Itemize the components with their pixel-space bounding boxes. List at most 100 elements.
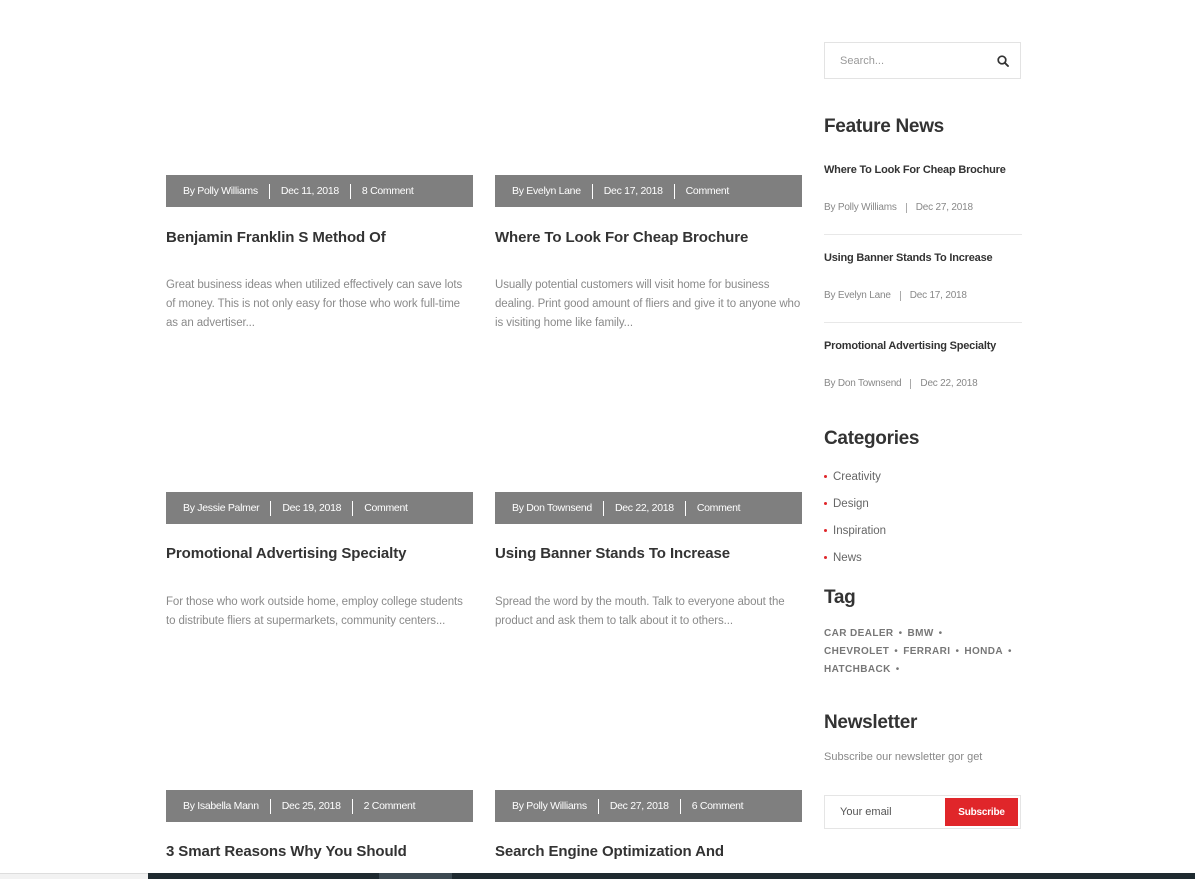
post-date: Dec 27, 2018 xyxy=(609,800,669,812)
post-comments-link[interactable]: Comment xyxy=(364,502,408,514)
tag-separator: • xyxy=(955,645,960,657)
post-author-link[interactable]: By Evelyn Lane xyxy=(512,185,581,197)
tag-link[interactable]: HONDA • xyxy=(964,644,1017,658)
tag-separator: • xyxy=(894,645,899,657)
category-item-news[interactable]: News xyxy=(824,544,886,571)
post-meta-bar: By Don Townsend Dec 22, 2018 Comment xyxy=(495,492,802,524)
post-title-link[interactable]: Promotional Advertising Specialty xyxy=(166,545,406,562)
post-comments-link[interactable]: Comment xyxy=(697,502,741,514)
post-title-link[interactable]: Search Engine Optimization And xyxy=(495,843,724,860)
meta-divider xyxy=(269,798,271,814)
feature-news-title-link[interactable]: Where To Look For Cheap Brochure xyxy=(824,164,1022,176)
feature-news-date: Dec 27, 2018 xyxy=(915,202,973,213)
post-meta-bar: By Jessie Palmer Dec 19, 2018 Comment xyxy=(166,492,473,524)
tag-link[interactable]: HATCHBACK • xyxy=(824,662,905,676)
post-card: By Polly Williams Dec 11, 2018 8 Comment… xyxy=(166,175,473,329)
tag-heading: Tag xyxy=(824,587,856,608)
post-title-link[interactable]: 3 Smart Reasons Why You Should xyxy=(166,843,407,860)
category-label: Creativity xyxy=(833,470,881,483)
post-card: By Polly Williams Dec 27, 2018 6 Comment… xyxy=(495,790,802,860)
newsletter-description: Subscribe our newsletter gor get xyxy=(824,751,983,763)
category-label: Design xyxy=(833,497,869,510)
post-comments-link[interactable]: 2 Comment xyxy=(364,800,416,812)
search-icon xyxy=(997,54,1009,67)
post-comments-link[interactable]: 8 Comment xyxy=(362,185,414,197)
post-date: Dec 17, 2018 xyxy=(603,185,663,197)
post-title-link[interactable]: Where To Look For Cheap Brochure xyxy=(495,229,748,246)
subscribe-button[interactable]: Subscribe xyxy=(945,798,1018,826)
feature-news-title-link[interactable]: Using Banner Stands To Increase xyxy=(824,252,1022,264)
scrollbar-thumb[interactable] xyxy=(379,873,452,879)
post-excerpt: For those who work outside home, employ … xyxy=(166,596,463,627)
post-author-link[interactable]: By Isabella Mann xyxy=(183,800,259,812)
bullet-dot xyxy=(824,475,827,478)
feature-news-title-link[interactable]: Promotional Advertising Specialty xyxy=(824,340,1022,352)
post-meta-bar: By Isabella Mann Dec 25, 2018 2 Comment xyxy=(166,790,473,822)
post-excerpt: Great business ideas when utilized effec… xyxy=(166,279,463,329)
feature-news-item: Where To Look For Cheap Brochure By Poll… xyxy=(824,164,1022,213)
bullet-dot xyxy=(824,502,827,505)
search-input[interactable] xyxy=(825,43,986,78)
search-button[interactable] xyxy=(986,43,1020,78)
post-author-link[interactable]: By Polly Williams xyxy=(183,185,258,197)
newsletter-form: Subscribe xyxy=(824,795,1021,829)
feature-news-item: Promotional Advertising Specialty By Don… xyxy=(824,340,1022,389)
tag-label: CHEVROLET xyxy=(824,645,890,657)
post-meta-bar: By Polly Williams Dec 27, 2018 6 Comment xyxy=(495,790,802,822)
category-item-creativity[interactable]: Creativity xyxy=(824,463,886,490)
tag-label: CAR DEALER xyxy=(824,627,894,639)
post-card: By Isabella Mann Dec 25, 2018 2 Comment … xyxy=(166,790,473,860)
post-date: Dec 22, 2018 xyxy=(614,502,674,514)
post-title-link[interactable]: Using Banner Stands To Increase xyxy=(495,545,730,562)
tag-separator: • xyxy=(895,663,900,675)
post-date: Dec 19, 2018 xyxy=(282,502,342,514)
post-meta-bar: By Evelyn Lane Dec 17, 2018 Comment xyxy=(495,175,802,207)
post-author-link[interactable]: By Jessie Palmer xyxy=(183,502,260,514)
post-card: By Evelyn Lane Dec 17, 2018 Comment Wher… xyxy=(495,175,802,329)
tag-label: HATCHBACK xyxy=(824,663,891,675)
feature-news-author[interactable]: By Polly Williams xyxy=(824,202,897,213)
post-excerpt: Spread the word by the mouth. Talk to ev… xyxy=(495,596,785,627)
tag-link[interactable]: CAR DEALER • xyxy=(824,626,907,640)
horizontal-scrollbar[interactable] xyxy=(0,873,1195,879)
post-author-link[interactable]: By Polly Williams xyxy=(512,800,587,812)
tag-cloud: CAR DEALER • BMW • CHEVROLET • FERRARI • HON… xyxy=(824,626,1024,676)
post-card: By Jessie Palmer Dec 19, 2018 Comment Pr… xyxy=(166,492,473,627)
feature-news-heading: Feature News xyxy=(824,116,944,137)
feature-news-author[interactable]: By Don Townsend xyxy=(824,378,902,389)
post-card: By Don Townsend Dec 22, 2018 Comment Usi… xyxy=(495,492,802,627)
meta-divider xyxy=(899,290,901,301)
meta-divider xyxy=(597,798,599,814)
tag-link[interactable]: BMW • xyxy=(907,626,947,640)
bullet-dot xyxy=(824,556,827,559)
post-title-link[interactable]: Benjamin Franklin S Method Of xyxy=(166,229,386,246)
scrollbar-track-light xyxy=(0,873,148,879)
tag-label: HONDA xyxy=(964,645,1004,657)
categories-heading: Categories xyxy=(824,428,920,449)
meta-divider xyxy=(602,500,604,516)
meta-divider xyxy=(352,500,354,516)
meta-divider xyxy=(673,183,675,199)
meta-divider xyxy=(910,378,912,389)
tag-separator: • xyxy=(1008,645,1012,657)
tag-link[interactable]: CHEVROLET • xyxy=(824,644,903,658)
category-list: Creativity Design Inspiration News xyxy=(824,463,886,571)
post-excerpt: Usually potential customers will visit h… xyxy=(495,279,801,329)
meta-divider xyxy=(679,798,681,814)
tag-link[interactable]: FERRARI • xyxy=(903,644,964,658)
feature-news-item: Using Banner Stands To Increase By Evely… xyxy=(824,252,1022,301)
category-item-inspiration[interactable]: Inspiration xyxy=(824,517,886,544)
post-author-link[interactable]: By Don Townsend xyxy=(512,502,592,514)
category-item-design[interactable]: Design xyxy=(824,490,886,517)
divider xyxy=(824,234,1022,235)
post-comments-link[interactable]: 6 Comment xyxy=(692,800,744,812)
tag-separator: • xyxy=(898,627,903,639)
meta-divider xyxy=(351,798,353,814)
meta-divider xyxy=(905,202,907,213)
feature-news-meta: By Polly Williams Dec 27, 2018 xyxy=(824,202,1022,213)
category-label: Inspiration xyxy=(833,524,887,537)
feature-news-author[interactable]: By Evelyn Lane xyxy=(824,290,891,301)
post-comments-link[interactable]: Comment xyxy=(686,185,730,197)
email-field[interactable] xyxy=(825,796,945,828)
tag-label: BMW xyxy=(907,627,934,639)
